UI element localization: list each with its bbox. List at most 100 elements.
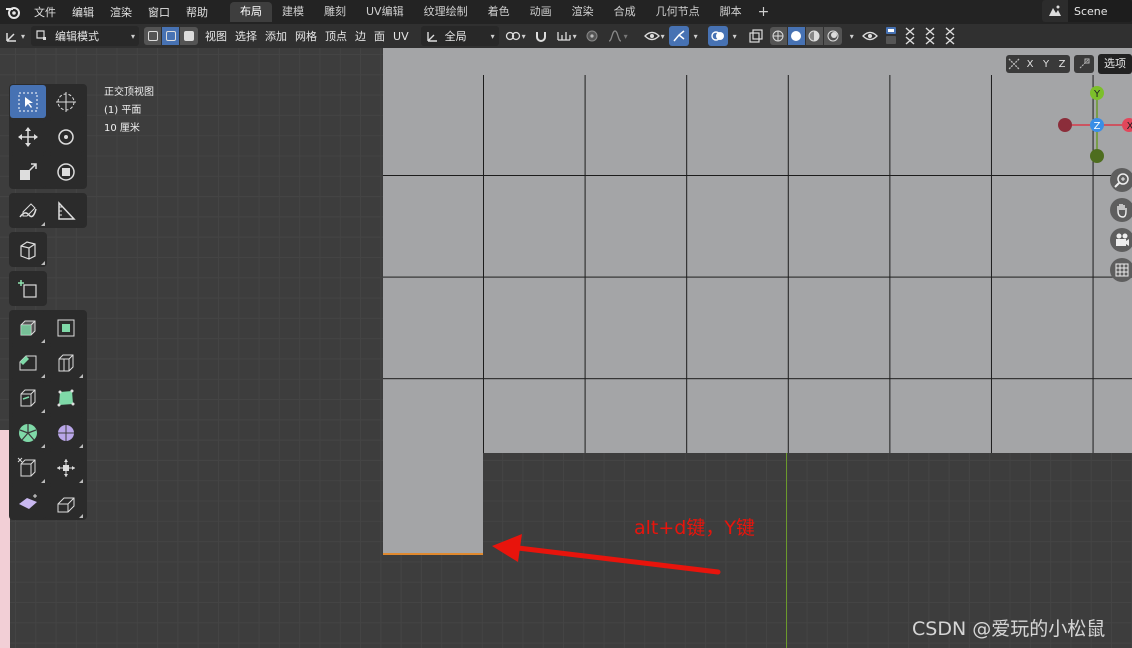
overlays-toggle[interactable] (707, 26, 728, 46)
inset-tool[interactable] (48, 311, 84, 344)
poly-build-icon (57, 389, 75, 406)
tab-sculpting[interactable]: 雕刻 (314, 2, 356, 22)
gizmo-dropdown[interactable]: ▾ (690, 26, 702, 46)
overlays-dropdown[interactable]: ▾ (729, 26, 741, 46)
menu-help[interactable]: 帮助 (178, 4, 216, 20)
edge-slide-icon (17, 457, 36, 476)
proportional-edit-toggle[interactable] (581, 26, 603, 46)
snap-target-dropdown[interactable]: ▾ (552, 26, 581, 46)
bevel-tool[interactable] (10, 346, 46, 379)
zoom-button[interactable] (1110, 168, 1132, 192)
menu-file[interactable]: 文件 (26, 4, 64, 20)
rendered-shading-button[interactable] (823, 27, 842, 45)
tab-shading[interactable]: 着色 (478, 2, 520, 22)
pivot-point-dropdown[interactable]: ▾ (501, 26, 530, 46)
extrude-tool[interactable] (10, 311, 46, 344)
menu-uv[interactable]: UV (389, 26, 413, 46)
orientation-label: 全局 (444, 30, 467, 43)
spin-tool[interactable] (10, 416, 46, 449)
cursor-icon (56, 91, 76, 112)
add-cube-tool[interactable] (10, 233, 46, 266)
camera-view-button[interactable] (1110, 228, 1132, 252)
menu-edit[interactable]: 编辑 (64, 4, 102, 20)
menu-add[interactable]: 添加 (261, 26, 291, 46)
scale-tool[interactable] (10, 155, 46, 188)
axis-z-button[interactable]: Z (1054, 55, 1070, 73)
plane-mesh[interactable] (383, 75, 1132, 453)
tab-geometry-nodes[interactable]: 几何节点 (646, 2, 710, 22)
menu-render[interactable]: 渲染 (102, 4, 140, 20)
material-shading-button[interactable] (805, 27, 824, 45)
edge-select-button[interactable] (162, 27, 181, 45)
extrude-icon (20, 320, 36, 335)
mirror-x-toggle[interactable] (900, 26, 920, 46)
cursor-tool[interactable] (48, 85, 84, 118)
pan-button[interactable] (1110, 198, 1132, 222)
move-tool[interactable] (10, 120, 46, 153)
gizmo-toggle[interactable] (668, 26, 689, 46)
autosnap-toggle[interactable] (1074, 55, 1094, 73)
face-select-button[interactable] (180, 27, 199, 45)
loop-cut-tool[interactable] (48, 346, 84, 379)
wireframe-shading-button[interactable] (769, 27, 788, 45)
axis-x-button[interactable]: X (1022, 55, 1038, 73)
gizmo-y-negative[interactable] (1090, 149, 1104, 163)
mirror-y-toggle[interactable] (920, 26, 940, 46)
axis-y-button[interactable]: Y (1038, 55, 1054, 73)
mirror-z-toggle[interactable] (940, 26, 960, 46)
tab-scripting[interactable]: 脚本 (710, 2, 752, 22)
tab-layout[interactable]: 布局 (230, 2, 272, 22)
collection-toggle[interactable] (882, 26, 900, 46)
solid-shading-button[interactable] (787, 27, 806, 45)
snap-toggle[interactable] (530, 26, 552, 46)
tab-modeling[interactable]: 建模 (272, 2, 314, 22)
options-button[interactable]: 选项 (1098, 54, 1132, 74)
falloff-dropdown[interactable]: ▾ (603, 26, 632, 46)
rip-region-tool[interactable] (48, 486, 84, 519)
select-box-tool[interactable] (10, 85, 46, 118)
annotate-tool[interactable] (10, 194, 46, 227)
perspective-toggle-button[interactable] (1110, 258, 1132, 282)
scene-selector[interactable]: Scene (1042, 0, 1132, 22)
menu-face[interactable]: 面 (370, 26, 389, 46)
add-primitive-tool[interactable] (10, 272, 46, 305)
overlays-icon (710, 31, 724, 41)
axes-icon (6, 33, 16, 42)
blender-logo-icon[interactable] (0, 0, 26, 24)
tab-animation[interactable]: 动画 (520, 2, 562, 22)
knife-icon (20, 389, 36, 406)
measure-tool[interactable] (48, 194, 84, 227)
menu-vertex[interactable]: 顶点 (321, 26, 351, 46)
vertex-select-button[interactable] (144, 27, 163, 45)
menu-window[interactable]: 窗口 (140, 4, 178, 20)
xray-toggle[interactable] (745, 26, 767, 46)
shear-tool[interactable] (10, 486, 46, 519)
visibility-dropdown[interactable]: ▾ (640, 26, 669, 46)
menu-select[interactable]: 选择 (231, 26, 261, 46)
shading-dropdown[interactable]: ▾ (846, 26, 858, 46)
gizmo-x-label: X (1127, 121, 1132, 132)
mode-dropdown[interactable]: 编辑模式 ▾ (31, 26, 140, 46)
transform-tool[interactable] (48, 155, 84, 188)
poly-build-tool[interactable] (48, 381, 84, 414)
rotate-tool[interactable] (48, 120, 84, 153)
mode-label: 编辑模式 (55, 30, 100, 43)
duplicated-face[interactable] (383, 453, 483, 555)
tab-uv-editing[interactable]: UV编辑 (356, 2, 414, 22)
transform-orientation-dropdown[interactable]: 全局 ▾ (420, 26, 499, 46)
shrink-fatten-tool[interactable] (48, 451, 84, 484)
menu-view[interactable]: 视图 (201, 26, 231, 46)
editor-visibility-icon[interactable] (858, 26, 882, 46)
add-workspace-button[interactable]: + (752, 4, 776, 20)
navigation-gizmo[interactable]: Y X Z (1055, 84, 1132, 164)
menu-edge[interactable]: 边 (351, 26, 370, 46)
smooth-tool[interactable] (48, 416, 84, 449)
edge-slide-tool[interactable] (10, 451, 46, 484)
gizmo-x-negative[interactable] (1058, 118, 1072, 132)
editor-type-dropdown[interactable]: ▾ (0, 26, 29, 46)
menu-mesh[interactable]: 网格 (291, 26, 321, 46)
tab-rendering[interactable]: 渲染 (562, 2, 604, 22)
tab-texture-paint[interactable]: 纹理绘制 (414, 2, 478, 22)
knife-tool[interactable] (10, 381, 46, 414)
tab-compositing[interactable]: 合成 (604, 2, 646, 22)
